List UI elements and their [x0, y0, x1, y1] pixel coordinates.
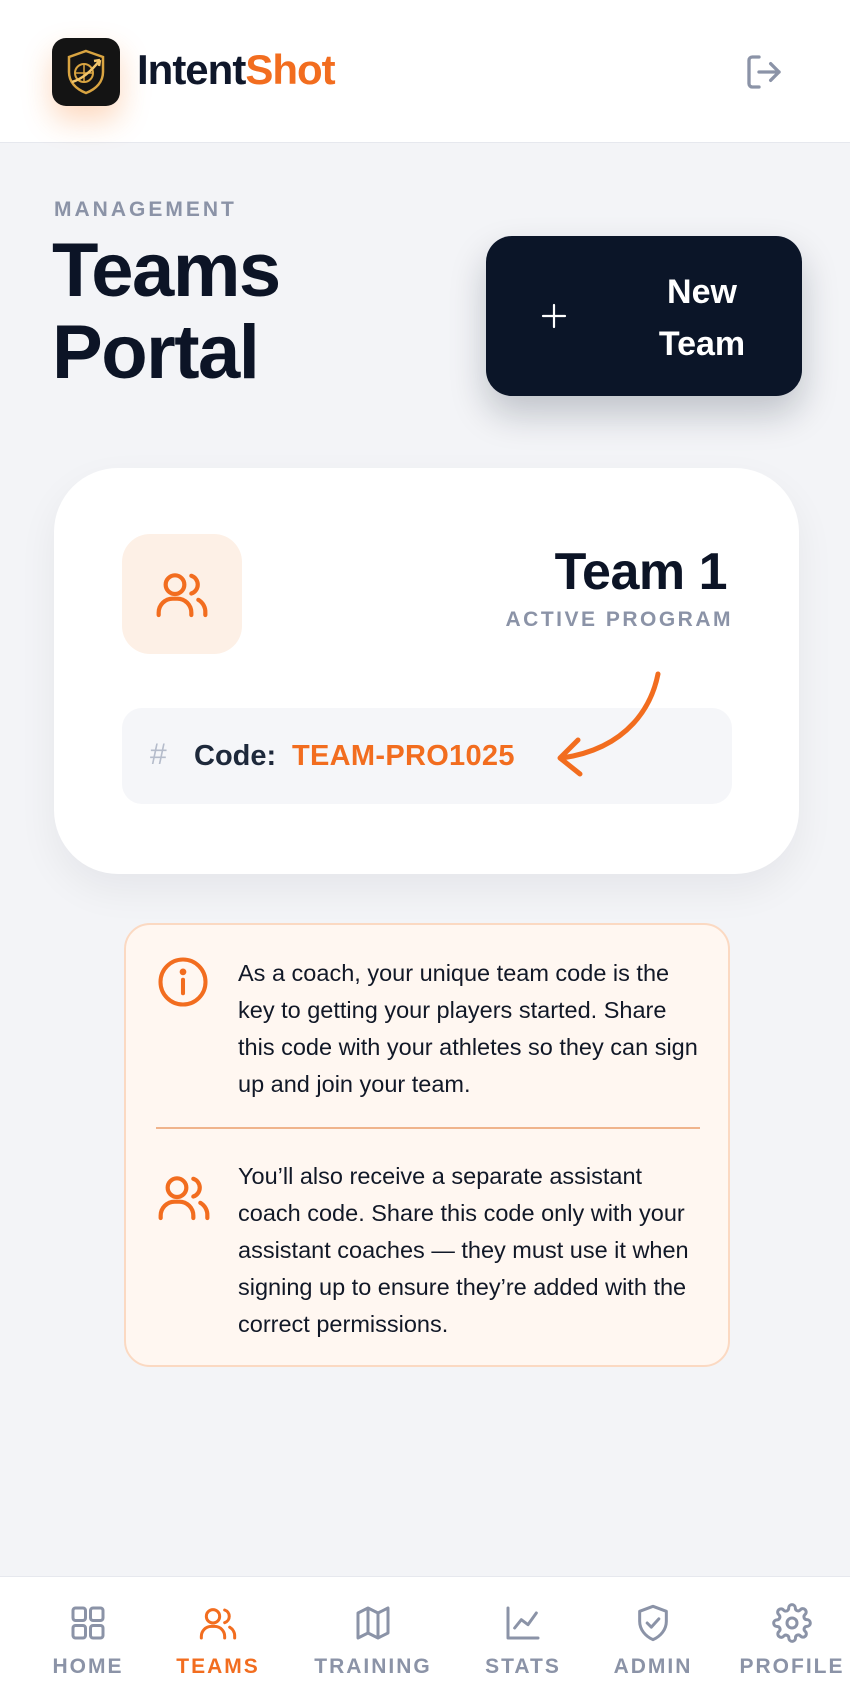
users-icon [158, 1176, 210, 1221]
new-team-button[interactable]: New Team [486, 236, 802, 396]
logout-icon [747, 55, 781, 89]
brand-name-part1: Intent [137, 46, 246, 93]
nav-label-stats: STATS [485, 1655, 561, 1678]
info-text-assistant-code: You’ll also receive a separate assistant… [238, 1163, 689, 1337]
users-icon [199, 1608, 237, 1640]
bottom-nav: HOME TEAMS TRAINING STATS ADMIN PROFILE [0, 1576, 850, 1682]
nav-item-home[interactable]: HOME [23, 1577, 153, 1682]
chart-icon [506, 1606, 540, 1640]
nav-label-teams: TEAMS [176, 1655, 260, 1678]
team-name: Team 1 [554, 543, 728, 601]
info-text-team-code: As a coach, your unique team code is the… [238, 960, 698, 1097]
grid-icon [71, 1606, 105, 1640]
page-title-line2: Portal [52, 310, 260, 395]
plus-icon [541, 303, 567, 329]
app-logo[interactable] [52, 38, 120, 106]
nav-label-home: HOME [52, 1655, 124, 1678]
team-card[interactable]: Team 1 ACTIVE PROGRAM # Code: TEAM-PRO10… [54, 468, 799, 874]
logout-button[interactable] [742, 50, 786, 94]
nav-label-training: TRAINING [314, 1655, 432, 1678]
info-divider [156, 1127, 700, 1129]
new-team-label-line2: Team [658, 325, 746, 363]
shield-logo-icon [67, 49, 105, 95]
nav-label-admin: ADMIN [613, 1655, 693, 1678]
info-row-icon-wrap [156, 955, 210, 1014]
info-box: As a coach, your unique team code is the… [124, 923, 730, 1367]
new-team-label-line1: New [667, 273, 737, 311]
team-status: ACTIVE PROGRAM [505, 608, 733, 631]
team-code-value[interactable]: TEAM-PRO1025 [292, 740, 515, 773]
nav-item-admin[interactable]: ADMIN [588, 1577, 718, 1682]
nav-item-profile[interactable]: PROFILE [734, 1577, 850, 1682]
page-title: Teams Portal [52, 230, 412, 394]
gear-icon [772, 1603, 812, 1643]
nav-label-profile: PROFILE [739, 1655, 845, 1678]
team-avatar [122, 534, 242, 654]
info-icon [158, 957, 208, 1007]
users-icon [156, 573, 208, 618]
nav-item-stats[interactable]: STATS [458, 1577, 588, 1682]
new-team-label: New Team [604, 266, 800, 370]
hash-icon: # [150, 738, 167, 771]
team-code-label: Code: [194, 740, 277, 772]
nav-item-training[interactable]: TRAINING [308, 1577, 438, 1682]
brand-name: IntentShot [137, 44, 336, 96]
page-title-line1: Teams [52, 228, 281, 313]
shield-icon [638, 1604, 668, 1642]
pointer-arrow-icon [557, 671, 661, 777]
map-icon [356, 1606, 390, 1640]
info-row2-icon-wrap [156, 1169, 212, 1230]
section-eyebrow: MANAGEMENT [54, 198, 237, 221]
brand-name-part2: Shot [245, 46, 335, 93]
app-header: IntentShot [0, 0, 850, 143]
nav-item-teams[interactable]: TEAMS [153, 1577, 283, 1682]
